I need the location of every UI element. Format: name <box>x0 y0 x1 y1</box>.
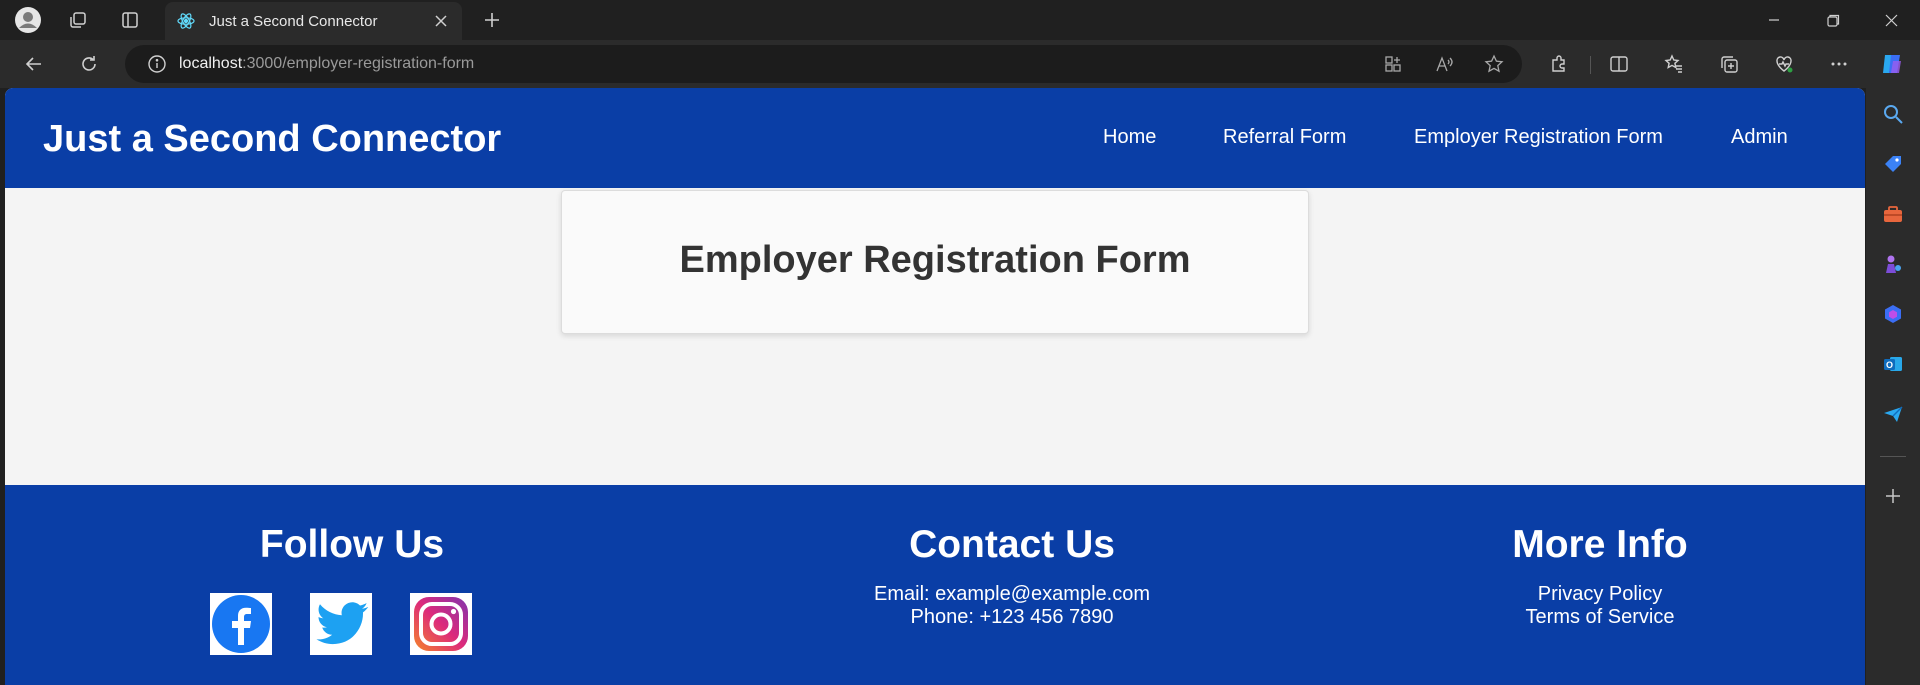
url-path: :3000/employer-registration-form <box>242 55 475 72</box>
tab-title: Just a Second Connector <box>209 12 378 30</box>
site-info-icon[interactable] <box>135 54 179 74</box>
favorites-icon[interactable] <box>1658 48 1690 80</box>
microsoft-365-icon[interactable] <box>1879 300 1907 328</box>
nav-home[interactable]: Home <box>1103 126 1156 149</box>
twitter-icon[interactable] <box>310 593 372 655</box>
new-tab-icon[interactable] <box>478 6 506 34</box>
terms-of-service-link[interactable]: Terms of Service <box>1450 606 1750 629</box>
url-host: localhost <box>179 55 243 72</box>
extensions-icon[interactable] <box>1543 48 1575 80</box>
collections-icon[interactable] <box>1713 48 1745 80</box>
svg-text:O: O <box>1886 360 1893 370</box>
workspaces-icon[interactable] <box>58 0 98 40</box>
site-footer: Follow Us Contact Us Email: example@exam… <box>5 485 1865 685</box>
browser-toolbar: localhost:3000/employer-registration-for… <box>0 40 1920 88</box>
tools-icon[interactable] <box>1879 200 1907 228</box>
favorite-star-icon[interactable] <box>1476 45 1512 83</box>
nav-admin[interactable]: Admin <box>1731 126 1788 149</box>
refresh-icon[interactable] <box>73 48 105 80</box>
page-title: Employer Registration Form <box>679 239 1191 281</box>
close-window-icon[interactable] <box>1868 0 1914 40</box>
send-icon[interactable] <box>1879 400 1907 428</box>
url-text[interactable]: localhost:3000/employer-registration-for… <box>179 55 474 73</box>
browser-tab-active[interactable]: Just a Second Connector <box>165 2 462 40</box>
sidebar-divider <box>1880 456 1906 457</box>
restore-icon[interactable] <box>1810 0 1856 40</box>
footer-follow-column: Follow Us <box>202 523 502 567</box>
add-icon[interactable] <box>1879 482 1907 510</box>
address-bar[interactable]: localhost:3000/employer-registration-for… <box>125 45 1522 83</box>
shopping-tag-icon[interactable] <box>1879 150 1907 178</box>
page-viewport: Just a Second Connector Home Referral Fo… <box>5 88 1865 685</box>
split-screen-icon[interactable] <box>1603 48 1635 80</box>
app-available-icon[interactable] <box>1375 45 1411 83</box>
contact-phone: Phone: +123 456 7890 <box>910 606 1114 628</box>
tab-actions-icon[interactable] <box>110 0 150 40</box>
browser-sidebar: O <box>1866 88 1920 685</box>
back-icon[interactable] <box>18 48 50 80</box>
profile-icon[interactable] <box>8 0 48 40</box>
footer-more-title: More Info <box>1512 523 1688 566</box>
browser-tab-bar: Just a Second Connector <box>0 0 1920 40</box>
nav-referral-form[interactable]: Referral Form <box>1223 126 1346 149</box>
close-tab-icon[interactable] <box>430 10 452 32</box>
search-icon[interactable] <box>1879 100 1907 128</box>
toolbar-divider <box>1590 56 1591 74</box>
copilot-icon[interactable] <box>1876 48 1908 80</box>
facebook-icon[interactable] <box>210 593 272 655</box>
nav-employer-registration-form[interactable]: Employer Registration Form <box>1414 126 1663 149</box>
footer-contact-title: Contact Us <box>909 523 1115 566</box>
read-aloud-icon[interactable] <box>1426 45 1462 83</box>
form-card: Employer Registration Form <box>561 190 1309 334</box>
instagram-icon[interactable] <box>410 593 472 655</box>
footer-follow-title: Follow Us <box>259 523 445 566</box>
footer-more-column: More Info Privacy Policy Terms of Servic… <box>1450 523 1750 629</box>
outlook-icon[interactable]: O <box>1879 350 1907 378</box>
more-options-icon[interactable] <box>1823 48 1855 80</box>
browser-essentials-icon[interactable] <box>1768 48 1800 80</box>
minimize-icon[interactable] <box>1751 0 1797 40</box>
footer-contact-column: Contact Us Email: example@example.com Ph… <box>862 523 1162 629</box>
contact-email: Email: example@example.com <box>874 583 1150 605</box>
privacy-policy-link[interactable]: Privacy Policy <box>1450 583 1750 606</box>
site-brand[interactable]: Just a Second Connector <box>43 118 501 161</box>
site-header: Just a Second Connector Home Referral Fo… <box>5 88 1865 188</box>
games-icon[interactable] <box>1879 250 1907 278</box>
react-icon <box>175 10 197 32</box>
